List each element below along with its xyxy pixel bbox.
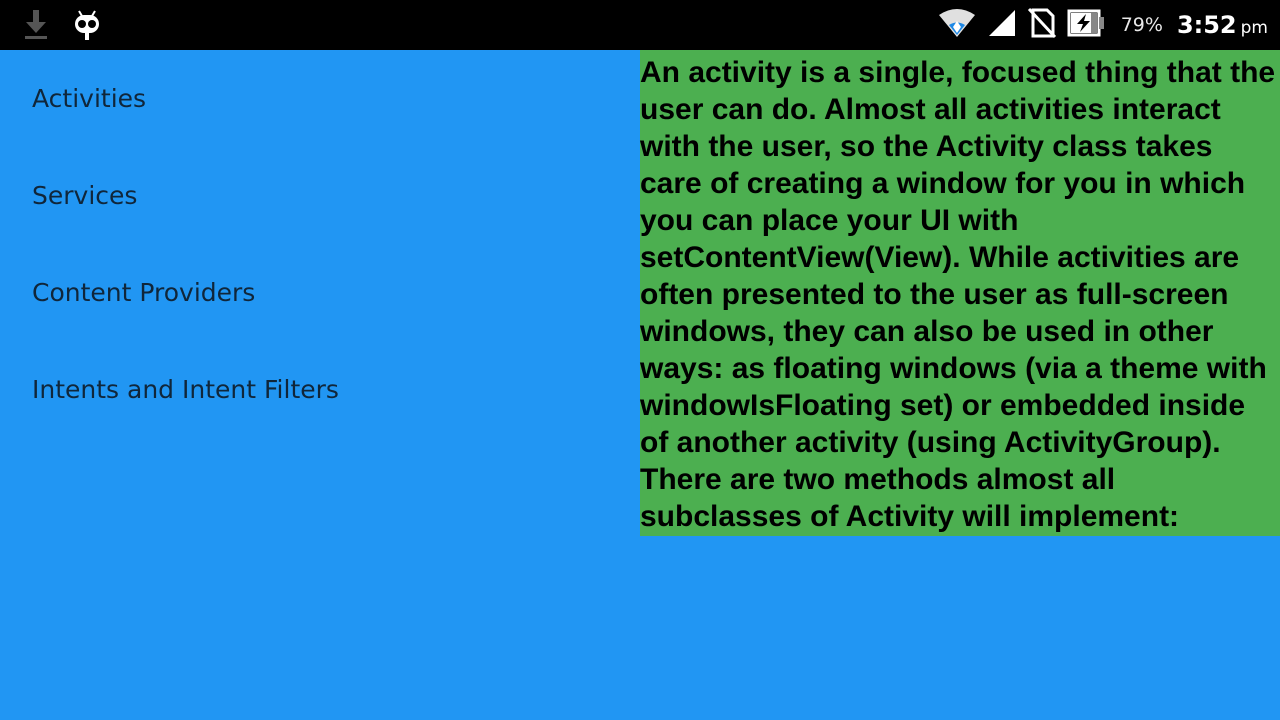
status-bar: 79% 3:52 pm: [0, 0, 1280, 50]
cyanogenmod-icon: [72, 8, 102, 46]
clock-time: 3:52: [1176, 11, 1237, 39]
list-item-services[interactable]: Services: [32, 165, 612, 225]
list-item-label: Intents and Intent Filters: [32, 374, 339, 404]
main-content: Activities Services Content Providers In…: [0, 50, 1280, 720]
cell-signal-icon: [987, 8, 1017, 42]
detail-pane: An activity is a single, focused thing t…: [640, 50, 1280, 536]
list-item-content-providers[interactable]: Content Providers: [32, 262, 612, 322]
status-bar-right: 79% 3:52 pm: [937, 0, 1268, 50]
download-icon: [22, 8, 50, 46]
battery-icon: [1067, 8, 1107, 42]
status-bar-left: [22, 8, 102, 46]
no-sim-icon: [1027, 7, 1057, 43]
wifi-icon: [937, 7, 977, 43]
list-item-label: Activities: [32, 83, 147, 113]
clock: 3:52 pm: [1177, 11, 1268, 39]
battery-percent: 79%: [1120, 14, 1163, 36]
list-item-activities[interactable]: Activities: [32, 68, 612, 128]
list-item-label: Content Providers: [32, 277, 256, 307]
list-item-intents[interactable]: Intents and Intent Filters: [32, 359, 612, 419]
detail-text: An activity is a single, focused thing t…: [640, 56, 1276, 533]
topic-list: Activities Services Content Providers In…: [0, 50, 640, 720]
clock-ampm: pm: [1240, 18, 1268, 38]
list-item-label: Services: [32, 180, 138, 210]
